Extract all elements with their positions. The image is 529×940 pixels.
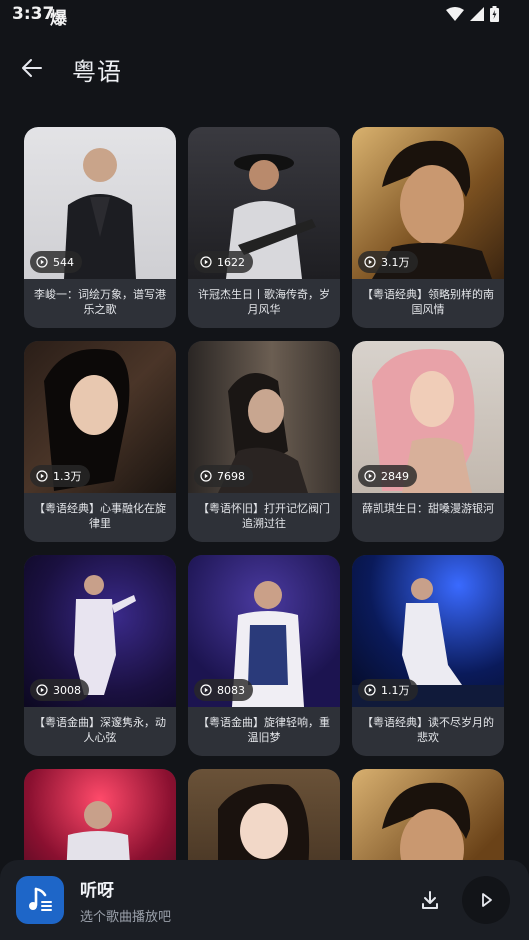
playlist-card[interactable]: 7698 【粤语怀旧】打开记忆阀门追溯过往 (188, 341, 340, 542)
play-circle-icon (200, 470, 212, 482)
mini-player[interactable]: 听呀 选个歌曲播放吧 (0, 860, 529, 940)
play-count: 7698 (217, 469, 245, 483)
playlist-card[interactable] (24, 769, 176, 860)
playlist-title: 【粤语经典】领略别样的南国风情 (362, 288, 494, 316)
play-circle-icon (36, 256, 48, 268)
playlist-cover (352, 769, 504, 860)
play-circle-icon (200, 256, 212, 268)
play-count: 3008 (53, 683, 81, 697)
play-count: 3.1万 (381, 256, 410, 269)
play-count-badge: 1.1万 (358, 679, 418, 701)
playlist-title: 【粤语经典】读不尽岁月的悲欢 (362, 716, 494, 744)
play-count-badge: 3008 (30, 679, 89, 701)
play-count: 1.1万 (381, 684, 410, 697)
play-count: 544 (53, 255, 74, 269)
playlist-card[interactable]: 1.1万 【粤语经典】读不尽岁月的悲欢 (352, 555, 504, 756)
playlist-card[interactable]: 544 李峻一：词绘万象，谱写港乐之歌 (24, 127, 176, 328)
playlist-card[interactable]: 3008 【粤语金曲】深邃隽永，动人心弦 (24, 555, 176, 756)
playlist-card[interactable]: 2849 薛凯琪生日：甜嗓漫游银河 (352, 341, 504, 542)
play-circle-icon (36, 470, 48, 482)
status-app-glyph: 爆 (50, 9, 67, 29)
playlist-title: 【粤语经典】心事融化在旋律里 (34, 502, 166, 530)
player-subtitle: 选个歌曲播放吧 (80, 910, 172, 925)
play-count: 2849 (381, 469, 409, 483)
play-count-badge: 2849 (358, 465, 417, 487)
playlist-cover (24, 769, 176, 860)
play-button[interactable] (462, 876, 510, 924)
play-count-badge: 1.3万 (30, 465, 90, 487)
status-icons (446, 6, 499, 22)
playlist-title: 【粤语金曲】深邃隽永，动人心弦 (34, 716, 166, 744)
play-icon (482, 893, 492, 907)
arrow-left-icon (22, 59, 42, 77)
playlist-card[interactable] (188, 769, 340, 860)
play-circle-icon (364, 684, 376, 696)
playlist-title: 许冠杰生日丨歌海传奇，岁月风华 (198, 288, 330, 316)
status-time: 3:37 (12, 4, 55, 24)
play-circle-icon (364, 470, 376, 482)
play-count: 1622 (217, 255, 245, 269)
wifi-icon (446, 7, 464, 21)
status-bar: 3:37 爆 (0, 0, 529, 30)
play-circle-icon (364, 256, 376, 268)
play-count-badge: 1622 (194, 251, 253, 273)
page-title: 粤语 (72, 58, 122, 86)
player-app-name: 听呀 (80, 881, 114, 901)
playlist-card[interactable]: 3.1万 【粤语经典】领略别样的南国风情 (352, 127, 504, 328)
play-count: 1.3万 (53, 470, 82, 483)
playlist-title: 【粤语怀旧】打开记忆阀门追溯过往 (198, 502, 330, 530)
playlist-card[interactable]: 8083 【粤语金曲】旋律轻响，重温旧梦 (188, 555, 340, 756)
play-circle-icon (200, 684, 212, 696)
back-button[interactable] (14, 50, 50, 86)
music-note-icon (16, 876, 64, 924)
play-count: 8083 (217, 683, 245, 697)
signal-icon (470, 7, 484, 21)
playlist-title: 李峻一：词绘万象，谱写港乐之歌 (34, 288, 166, 316)
play-count-badge: 544 (30, 251, 82, 273)
playlist-card[interactable]: 1.3万 【粤语经典】心事融化在旋律里 (24, 341, 176, 542)
play-circle-icon (36, 684, 48, 696)
playlist-grid[interactable]: 544 李峻一：词绘万象，谱写港乐之歌 1622 许冠杰生日丨歌海传奇，岁月风华… (24, 127, 505, 860)
play-count-badge: 7698 (194, 465, 253, 487)
battery-icon (490, 6, 499, 22)
playlist-title: 【粤语金曲】旋律轻响，重温旧梦 (198, 716, 330, 744)
download-icon (422, 891, 438, 909)
top-app-bar: 粤语 (0, 40, 529, 96)
playlist-card[interactable] (352, 769, 504, 860)
play-count-badge: 3.1万 (358, 251, 418, 273)
playlist-cover (188, 769, 340, 860)
playlist-card[interactable]: 1622 许冠杰生日丨歌海传奇，岁月风华 (188, 127, 340, 328)
playlist-title: 薛凯琪生日：甜嗓漫游银河 (362, 502, 494, 515)
play-count-badge: 8083 (194, 679, 253, 701)
download-button[interactable] (416, 886, 444, 914)
